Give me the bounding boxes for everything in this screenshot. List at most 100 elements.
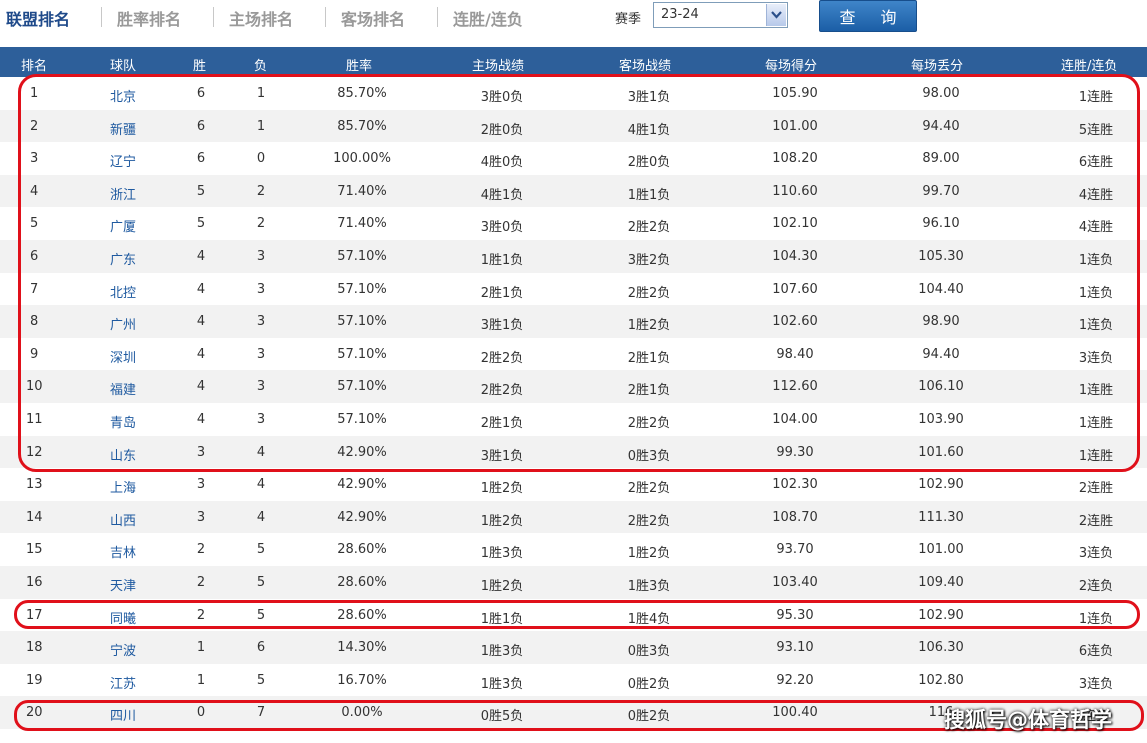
cell-team[interactable]: 四川	[110, 705, 136, 724]
cell-team[interactable]: 福建	[110, 379, 136, 398]
cell-home-record: 2胜1负	[480, 415, 524, 431]
cell-home-record: 1胜1负	[480, 611, 524, 627]
cell-win-rate: 0.00%	[341, 705, 383, 721]
cell-win-rate: 57.10%	[337, 379, 387, 395]
header-home-record: 主场战绩	[472, 59, 525, 74]
cell-losses: 1	[256, 86, 266, 101]
tab-win-rate-rank[interactable]: 胜率排名	[117, 6, 181, 30]
cell-wins: 4	[196, 314, 206, 330]
cell-losses: 4	[256, 444, 266, 460]
tab-away-rank[interactable]: 客场排名	[341, 6, 405, 30]
table-row: 9 深圳 4 3 57.10% 2胜2负 2胜1负 98.40 94.40 3连负	[0, 338, 1147, 371]
cell-losses: 4	[256, 477, 266, 493]
cell-home-record: 3胜0负	[480, 90, 524, 105]
cell-away-record: 1胜2负	[627, 318, 671, 334]
header-wins: 胜	[193, 59, 207, 74]
cell-team[interactable]: 青岛	[110, 412, 136, 431]
cell-rank: 11	[26, 411, 43, 427]
cell-team[interactable]: 吉林	[110, 542, 136, 561]
cell-team[interactable]: 山东	[110, 445, 136, 464]
cell-team[interactable]: 浙江	[110, 184, 136, 203]
cell-away-record: 1胜2负	[627, 546, 671, 562]
cell-win-rate: 100.00%	[333, 151, 391, 167]
chevron-down-icon[interactable]	[766, 4, 786, 26]
table-row: 16 天津 2 5 28.60% 1胜2负 1胜3负 103.40 109.40 2连负	[0, 565, 1147, 599]
cell-away-record: 2胜1负	[627, 350, 671, 366]
cell-home-record: 2胜1负	[480, 285, 524, 301]
cell-rank: 4	[30, 183, 39, 199]
cell-team[interactable]: 宁波	[110, 640, 136, 659]
cell-points-against: 98.00	[922, 86, 960, 101]
cell-points-against: 89.00	[922, 151, 960, 167]
tab-home-rank[interactable]: 主场排名	[229, 6, 293, 30]
cell-points-against: 99.70	[922, 183, 960, 199]
cell-losses: 4	[256, 509, 266, 525]
table-row: 19 江苏 1 5 16.70% 1胜3负 0胜2负 92.20 102.80 3连负	[0, 664, 1147, 697]
cell-team[interactable]: 广厦	[110, 216, 136, 235]
cell-home-record: 1胜2负	[480, 513, 524, 529]
cell-team[interactable]: 辽宁	[110, 151, 136, 170]
cell-rank: 10	[26, 379, 43, 395]
cell-team[interactable]: 天津	[110, 575, 136, 594]
cell-away-record: 0胜3负	[627, 644, 671, 660]
cell-points-against: 109.40	[918, 574, 964, 590]
cell-wins: 2	[196, 607, 206, 623]
cell-team[interactable]: 上海	[110, 477, 136, 496]
tab-streak[interactable]: 连胜/连负	[453, 6, 523, 30]
cell-points-against: 96.10	[922, 216, 960, 232]
cell-points-for: 108.20	[772, 151, 818, 167]
cell-win-rate: 28.60%	[337, 574, 387, 590]
cell-home-record: 2胜2负	[480, 350, 524, 366]
cell-wins: 2	[196, 542, 206, 558]
cell-points-for: 112.60	[772, 379, 818, 395]
header-streak: 连胜/连负	[1061, 59, 1118, 74]
cell-streak: 1连负	[1078, 318, 1114, 334]
cell-team[interactable]: 广州	[110, 314, 136, 333]
cell-away-record: 2胜2负	[627, 513, 671, 529]
table-row: 7 北控 4 3 57.10% 2胜1负 2胜2负 107.60 104.40 1连负	[0, 273, 1147, 306]
cell-win-rate: 85.70%	[337, 118, 387, 134]
table-row: 2 新疆 6 1 85.70% 2胜0负 4胜1负 101.00 94.40 5连胜	[0, 109, 1147, 143]
cell-team[interactable]: 广东	[110, 249, 136, 268]
cell-streak: 2连胜	[1078, 513, 1114, 529]
table-row: 8 广州 4 3 57.10% 3胜1负 1胜2负 102.60 98.90 1连负	[0, 305, 1147, 338]
cell-rank: 12	[26, 444, 43, 460]
header-points-for: 每场得分	[765, 59, 818, 74]
season-select[interactable]: 23-24	[653, 2, 788, 28]
cell-team[interactable]: 山西	[110, 510, 136, 529]
cell-team[interactable]: 新疆	[110, 119, 136, 138]
table-row: 1 北京 6 1 85.70% 3胜0负 3胜1负 105.90 98.00 1连胜	[0, 77, 1147, 110]
cell-points-for: 98.40	[776, 346, 814, 362]
cell-team[interactable]: 北京	[110, 86, 136, 105]
table-row: 3 辽宁 6 0 100.00% 4胜0负 2胜0负 108.20 89.00 6连胜	[0, 142, 1147, 175]
header-win-rate: 胜率	[346, 59, 373, 74]
table-row: 10 福建 4 3 57.10% 2胜2负 2胜1负 112.60 106.10 1连胜	[0, 370, 1147, 403]
cell-losses: 6	[256, 640, 266, 656]
cell-team[interactable]: 深圳	[110, 347, 136, 366]
cell-team[interactable]: 同曦	[110, 608, 136, 627]
cell-streak: 4连胜	[1078, 220, 1114, 236]
cell-points-against: 102.90	[918, 477, 964, 493]
cell-points-against: 106.10	[918, 379, 964, 395]
cell-away-record: 2胜0负	[627, 155, 671, 171]
cell-team[interactable]: 江苏	[110, 673, 136, 692]
cell-away-record: 3胜2负	[627, 252, 671, 268]
cell-points-against: 94.40	[922, 118, 960, 134]
cell-win-rate: 14.30%	[337, 640, 387, 656]
cell-home-record: 1胜1负	[480, 252, 524, 268]
season-selected-value: 23-24	[661, 7, 699, 22]
cell-streak: 1连负	[1078, 252, 1114, 268]
table-row: 15 吉林 2 5 28.60% 1胜3负 1胜2负 93.70 101.00 3连负	[0, 533, 1147, 566]
cell-points-for: 93.70	[776, 542, 814, 558]
query-button[interactable]: 查 询	[819, 0, 917, 32]
cell-home-record: 1胜3负	[480, 676, 524, 692]
cell-team[interactable]: 北控	[110, 282, 136, 301]
table-row: 12 山东 3 4 42.90% 3胜1负 0胜3负 99.30 101.60 1连胜	[0, 435, 1147, 469]
cell-rank: 3	[30, 151, 39, 167]
tab-league-rank[interactable]: 联盟排名	[6, 6, 70, 30]
cell-streak: 1连负	[1078, 285, 1114, 301]
cell-losses: 3	[256, 314, 266, 330]
cell-losses: 1	[256, 118, 266, 134]
cell-points-for: 93.10	[776, 640, 814, 656]
cell-rank: 6	[30, 248, 39, 264]
